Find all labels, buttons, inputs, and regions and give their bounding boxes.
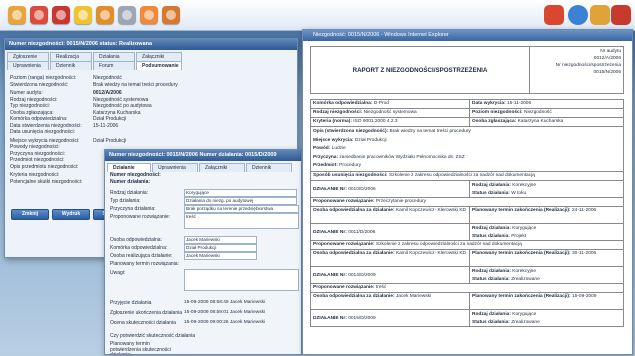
- field-label: Komórka odpowiedzialna:: [110, 245, 168, 251]
- window-title: Niezgodność: 0015/N/2006 - Windows Inter…: [313, 32, 449, 38]
- action-header: DZIAŁANIE Nr: 0014/D/2009: [310, 266, 470, 284]
- box-icon[interactable]: [162, 6, 180, 24]
- tab-dziennik[interactable]: Dziennik: [50, 61, 92, 70]
- action-term: Planowany termin zakończenia (Realizacji…: [469, 292, 624, 310]
- field-label: Osoba odpowiedzialna:: [110, 237, 162, 243]
- report-heading: RAPORT Z NIEZGODNOŚCI/SPOSTRZEŻENIA: [352, 67, 488, 74]
- window-title: Numer niezgodności: 0015/N/2006 Numer dz…: [105, 150, 301, 161]
- exit-icon[interactable]: [611, 5, 631, 25]
- report-details: Opis (stwierdzona niezgodność): Brak wie…: [310, 126, 624, 172]
- field-label: Uwagi:: [110, 270, 126, 276]
- executor-select[interactable]: Jacek Mariewski: [184, 252, 257, 260]
- tab-uprawnienia[interactable]: Uprawnienia: [152, 163, 198, 172]
- close-button[interactable]: Zmknij: [11, 209, 49, 220]
- tools-icon[interactable]: [118, 6, 136, 24]
- tab-dzialanie[interactable]: Działanie: [107, 163, 151, 172]
- responsible-person-select[interactable]: Jacek Mariewski: [184, 236, 257, 244]
- puzzle-icon[interactable]: [30, 6, 48, 24]
- tab-zalaczniki[interactable]: Załączniki: [136, 52, 182, 61]
- tab-dziennik[interactable]: Dziennik: [246, 163, 292, 172]
- date-value: 15-09-2009 09:00:26 Jacek Mariewski: [184, 320, 266, 325]
- action-kind: Rodzaj działania: Korekcyjne Status dział…: [469, 266, 624, 284]
- window-title: Numer niezgodności: 0015/N/2006 status: …: [5, 39, 297, 50]
- action-number-label: Numer działania:: [110, 179, 151, 185]
- alarm-icon[interactable]: [544, 5, 564, 25]
- action-window: Numer niezgodności: 0015/N/2006 Numer dz…: [104, 149, 302, 355]
- help-icon[interactable]: [568, 5, 588, 25]
- field-label: Typ działania:: [110, 198, 141, 204]
- tab-zalaczniki[interactable]: Załączniki: [199, 163, 245, 172]
- user-settings-icon[interactable]: [590, 5, 610, 25]
- confirm-effectiveness-label: Czy potwierdzić skuteczność działania: [110, 333, 196, 339]
- field-label: Proponowane rozwiązanie:: [110, 214, 171, 220]
- calendar-icon[interactable]: [74, 6, 92, 24]
- date-value: 15-09-2009 08:59:01 Jacek Mariewski: [184, 310, 266, 315]
- report-heading-cell: RAPORT Z NIEZGODNOŚCI/SPOSTRZEŻENIA: [310, 46, 530, 94]
- action-person: Osoba odpowiedzialna za działanie: Kamil…: [310, 206, 470, 224]
- action-kind-select[interactable]: Działania do niezg. po audytowej: [184, 197, 297, 205]
- confirm-deadline-label: Planowany termin potwierdzenia skuteczno…: [110, 341, 171, 355]
- date-value: 15-09-2009 08:58:49 Jacek Mariewski: [184, 300, 266, 305]
- folder-icon[interactable]: [8, 6, 26, 24]
- print-button[interactable]: Wydruk: [52, 209, 90, 220]
- action-kind: Rodzaj działania: Korekcyjne Status dział…: [469, 180, 624, 198]
- action-person: Osoba odpowiedzialna za działanie: Jacek…: [310, 292, 470, 310]
- action-term: Planowany termin zakończenia (Realizacji…: [469, 249, 624, 267]
- field-label: Planowany termin rozwiązania:: [110, 261, 179, 267]
- field-row: Stwierdzona niezgodność: Brak wiedzy na t…: [10, 81, 178, 88]
- tab-realizacja[interactable]: Realizacja: [50, 52, 92, 61]
- report-page: RAPORT Z NIEZGODNOŚCI/SPOSTRZEŻENIA Nr a…: [310, 46, 624, 352]
- action-header: DZIAŁANIE Nr: 0010/D/2006: [310, 180, 470, 198]
- date-label: Zgłoszenie ukończenia działania: [110, 310, 182, 316]
- action-term: Planowany termin zakończenia (Realizacji…: [469, 206, 624, 224]
- tab-zgloszenie[interactable]: Zgłoszenie: [7, 52, 49, 61]
- field-label: Osoba realizująca działanie:: [110, 253, 173, 259]
- nc-number-label: Numer niezgodności:: [110, 172, 161, 178]
- field-label: Rodzaj działania:: [110, 190, 149, 196]
- report-numbers-cell: Nr audytu 0012/A/2006 Nr niezgodności/sp…: [529, 46, 624, 94]
- field-row: Data usunięcia niezgodności:: [10, 129, 76, 135]
- action-person: Osoba odpowiedzialna za działanie: Kamil…: [310, 249, 470, 267]
- action-tabs: Działanie Uprawnienia Załączniki Dzienni…: [105, 161, 301, 172]
- action-type-select[interactable]: Korygujące: [184, 189, 297, 197]
- book-icon[interactable]: [52, 6, 70, 24]
- action-kind: Rodzaj działania: Korygujące Status dział…: [469, 223, 624, 241]
- responsible-unit-select[interactable]: Dział Produkcji: [184, 244, 257, 252]
- ie-title-bar: Niezgodność: 0015/N/2006 - Windows Inter…: [303, 30, 632, 41]
- tab-row-1: Zgłoszenie Realizacja Działania Załączni…: [5, 50, 297, 61]
- report-window: Niezgodność: 0015/N/2006 - Windows Inter…: [302, 29, 633, 355]
- tab-podsumowanie[interactable]: Podsumowanie: [136, 61, 182, 70]
- tab-forum[interactable]: Forum: [93, 61, 135, 70]
- action-kind: Rodzaj działania: Korygujące Status dział…: [469, 309, 624, 327]
- notes-field[interactable]: [184, 269, 299, 291]
- tab-dzialania[interactable]: Działania: [93, 52, 135, 61]
- people-icon[interactable]: [140, 6, 158, 24]
- tab-uprawnienia[interactable]: Uprawnienia: [7, 61, 49, 70]
- app-toolbar: [0, 0, 635, 31]
- date-label: Ocena skuteczności działania: [110, 320, 176, 326]
- org-chart-icon[interactable]: [96, 6, 114, 24]
- action-header: DZIAŁANIE Nr: 0015/D/2009: [310, 309, 470, 327]
- tab-row-2: Uprawnienia Dziennik Forum Podsumowanie: [5, 61, 297, 70]
- date-label: Przyjęcie działania: [110, 300, 152, 306]
- proposed-solution-field[interactable]: treść: [184, 213, 299, 229]
- field-label: Przyczyna działania:: [110, 206, 156, 212]
- action-header: DZIAŁANIE Nr: 0011/D/2006: [310, 223, 470, 241]
- cause-field[interactable]: Brak porządku na terenie przedsiębiorstw…: [184, 205, 299, 213]
